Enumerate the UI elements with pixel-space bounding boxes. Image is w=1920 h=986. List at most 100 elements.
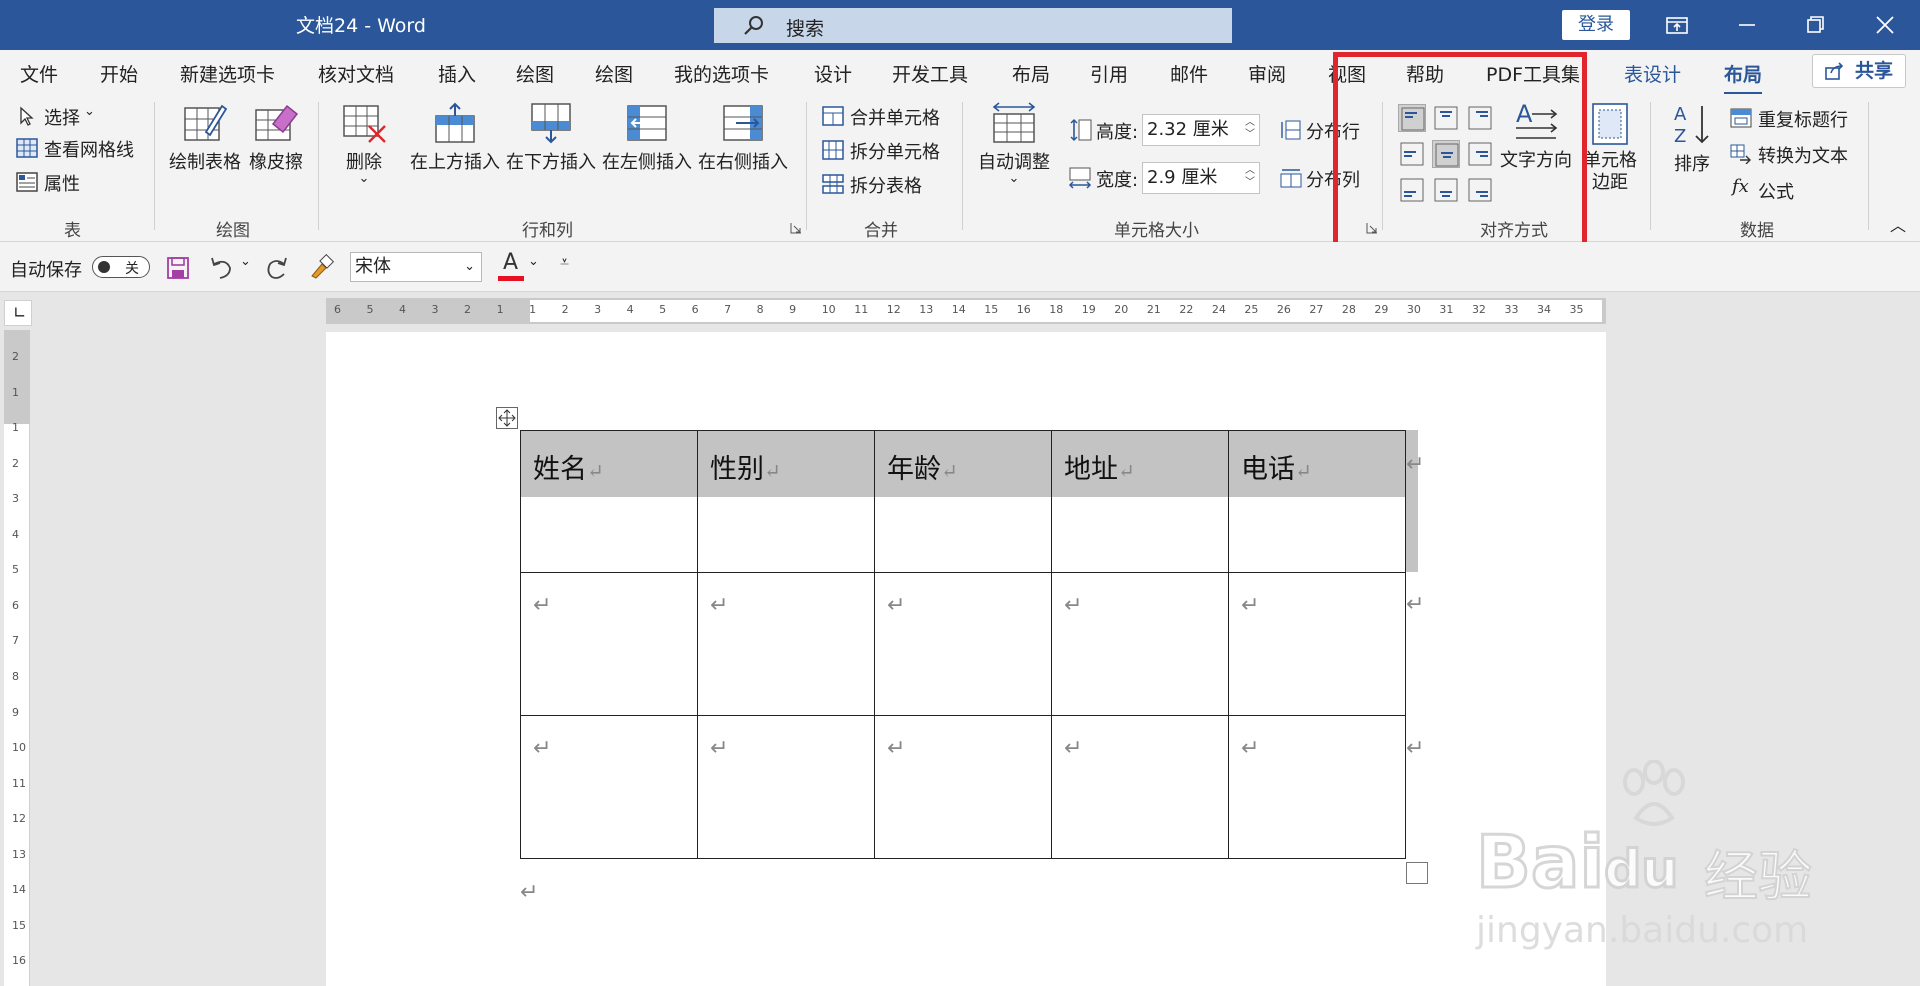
ruler-tick-label: 11 <box>12 776 26 790</box>
table-cell[interactable]: 性别↵ <box>697 430 875 573</box>
table-cell[interactable]: 电话↵ <box>1228 430 1406 573</box>
table-cell[interactable]: ↵ <box>874 572 1052 716</box>
close-icon[interactable] <box>1870 10 1900 40</box>
dialog-launcher-icon[interactable] <box>790 222 802 234</box>
undo-icon[interactable] <box>208 256 234 280</box>
customize-qat-icon[interactable]: ⩡ <box>560 252 569 272</box>
merge-cells-button[interactable]: 合并单元格 <box>850 104 940 130</box>
width-input[interactable]: 2.9 厘米 ︿ ﹀ <box>1142 162 1260 194</box>
delete-button[interactable]: 删除 ⌄ <box>336 102 392 185</box>
draw-table-label: 绘制表格 <box>169 152 241 173</box>
table-cell[interactable]: 年龄↵ <box>874 430 1052 573</box>
font-select[interactable]: 宋体 ⌄ <box>350 252 482 282</box>
width-spinner-icon[interactable]: ︿ ﹀ <box>1245 165 1255 189</box>
ribbon-display-icon[interactable] <box>1662 10 1692 40</box>
draw-table-icon <box>184 104 228 141</box>
redo-icon[interactable] <box>264 256 290 280</box>
formula-button[interactable]: 公式 <box>1758 178 1794 204</box>
ruler-tick-label: 25 <box>1244 303 1259 316</box>
tab-home[interactable]: 开始 <box>100 60 138 87</box>
table-cell[interactable]: ↵ <box>1228 715 1406 859</box>
table-cell[interactable]: ↵ <box>520 572 698 716</box>
table-cell[interactable]: ↵ <box>874 715 1052 859</box>
draw-table-button[interactable]: 绘制表格 <box>168 102 242 174</box>
minimize-icon[interactable] <box>1732 10 1762 40</box>
tab-draw-1[interactable]: 绘图 <box>516 60 554 87</box>
repeat-header-button[interactable]: 重复标题行 <box>1758 106 1848 132</box>
font-color-chevron-down-icon[interactable]: ⌄ <box>528 254 539 269</box>
insert-left-button[interactable]: 在左侧插入 <box>602 102 692 174</box>
tab-check-doc[interactable]: 核对文档 <box>318 60 394 87</box>
table-cell[interactable]: ↵ <box>1228 572 1406 716</box>
tab-mailings[interactable]: 邮件 <box>1170 60 1208 87</box>
ruler-tick-label: 16 <box>12 954 26 968</box>
table-cell[interactable]: ↵ <box>697 715 875 859</box>
convert-to-text-button[interactable]: 转换为文本 <box>1758 142 1848 168</box>
autosave-toggle[interactable]: 关 <box>92 256 150 278</box>
autofit-button[interactable]: 自动调整 ⌄ <box>976 102 1052 185</box>
select-chevron-down-icon[interactable]: ⌄ <box>84 104 95 119</box>
sort-button[interactable]: AZ 排序 <box>1664 102 1720 176</box>
format-painter-icon[interactable] <box>308 254 336 280</box>
tab-developer[interactable]: 开发工具 <box>892 60 968 87</box>
insert-below-button[interactable]: 在下方插入 <box>506 102 596 174</box>
height-input[interactable]: 2.32 厘米 ︿ ﹀ <box>1142 114 1260 146</box>
split-table-button[interactable]: 拆分表格 <box>850 172 922 198</box>
ruler-tick-label: 2 <box>12 350 19 363</box>
table-cell[interactable]: 姓名↵ <box>520 430 698 573</box>
tab-insert[interactable]: 插入 <box>438 60 476 87</box>
search-box[interactable]: 搜索 <box>714 8 1232 43</box>
collapse-ribbon-chevron-up-icon[interactable]: ︿ <box>1890 212 1906 236</box>
insert-above-button[interactable]: 在上方插入 <box>410 102 500 174</box>
tab-new[interactable]: 新建选项卡 <box>180 60 275 87</box>
properties-button[interactable]: 属性 <box>44 170 80 196</box>
eraser-button[interactable]: 橡皮擦 <box>248 102 304 174</box>
ruler-tick-label: 33 <box>1504 303 1519 316</box>
select-cursor-icon <box>20 106 34 126</box>
login-button[interactable]: 登录 <box>1562 10 1630 40</box>
tab-draw-2[interactable]: 绘图 <box>595 60 633 87</box>
font-color-button[interactable]: A <box>498 250 524 282</box>
horizontal-ruler[interactable]: 6 5 4 3 2 1 1 2 3 4 5 6 7 8 9 10 11 12 13 14 15 16 18 19 20 21 22 2… <box>326 298 1606 324</box>
tab-table-design[interactable]: 表设计 <box>1624 60 1681 87</box>
table-move-handle[interactable] <box>496 407 518 429</box>
ruler-tick-label: 5 <box>12 563 19 577</box>
col-width-icon <box>1068 167 1092 189</box>
save-icon[interactable] <box>166 256 190 280</box>
document-table[interactable]: 姓名↵ 性别↵ 年龄↵ 地址↵ 电话↵ ↵ ↵ ↵ ↵ ↵ ↵ ↵ ↵ ↵ ↵ <box>520 430 1406 859</box>
ruler-tick-label: 28 <box>1341 303 1356 316</box>
select-button[interactable]: 选择 <box>44 104 80 130</box>
tab-table-layout[interactable]: 布局 <box>1724 60 1763 95</box>
insert-right-button[interactable]: 在右侧插入 <box>698 102 788 174</box>
tab-references[interactable]: 引用 <box>1090 60 1128 87</box>
table-cell[interactable]: 地址↵ <box>1051 430 1229 573</box>
cell-margins-button[interactable]: 单元格 边距 <box>1582 102 1638 194</box>
view-gridlines-button[interactable]: 查看网格线 <box>44 136 134 162</box>
split-cells-button[interactable]: 拆分单元格 <box>850 138 940 164</box>
group-separator <box>806 102 807 230</box>
tab-file[interactable]: 文件 <box>20 60 58 87</box>
ruler-tick-label: 4 <box>626 303 634 316</box>
height-spinner-icon[interactable]: ︿ ﹀ <box>1245 117 1255 141</box>
autosave-state: 关 <box>125 261 139 277</box>
table-cell[interactable]: ↵ <box>697 572 875 716</box>
tab-stop-selector[interactable]: ∟ <box>4 300 32 326</box>
tab-review[interactable]: 审阅 <box>1248 60 1286 87</box>
undo-chevron-down-icon[interactable]: ⌄ <box>240 254 251 269</box>
paragraph-mark: ↵ <box>710 593 729 618</box>
autosave-label: 自动保存 <box>10 260 82 281</box>
group-separator <box>154 102 155 230</box>
restore-icon[interactable] <box>1800 10 1830 40</box>
group-label-data: 数据 <box>1740 221 1774 241</box>
tab-layout-page[interactable]: 布局 <box>1012 60 1050 87</box>
table-cell[interactable]: ↵ <box>1051 572 1229 716</box>
table-resize-handle[interactable] <box>1406 862 1428 884</box>
tab-design[interactable]: 设计 <box>814 60 852 87</box>
tab-my[interactable]: 我的选项卡 <box>674 60 769 87</box>
table-row: ↵ ↵ ↵ ↵ ↵ <box>520 715 1406 859</box>
watermark-brand: Baidu <box>1474 819 1679 906</box>
share-button[interactable]: 共享 <box>1812 54 1906 88</box>
table-cell[interactable]: ↵ <box>1051 715 1229 859</box>
vertical-ruler[interactable]: 2 1 1 2 3 4 5 6 7 8 9 10 11 12 13 14 15 16 <box>4 330 30 986</box>
table-cell[interactable]: ↵ <box>520 715 698 859</box>
